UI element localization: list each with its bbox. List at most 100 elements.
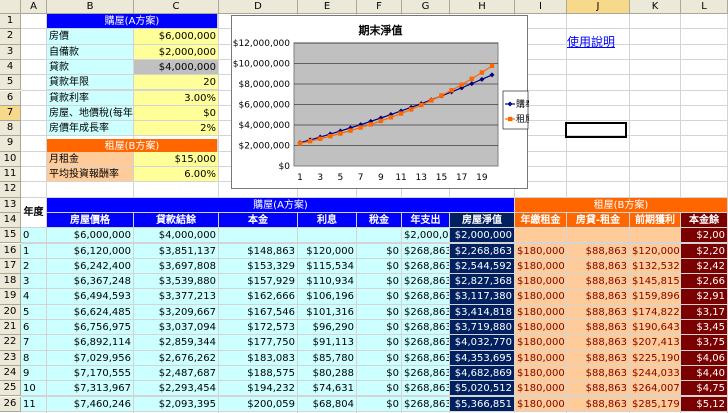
col-header-i[interactable]: I (515, 0, 567, 14)
row-header-2[interactable]: 2 (0, 29, 21, 45)
x-tick-label: 3 (317, 173, 323, 183)
table-cell: $106,196 (298, 289, 357, 305)
row-header-13[interactable]: 13 (0, 197, 21, 213)
active-cell-j7[interactable] (565, 122, 627, 138)
table-cell: $88,863 (567, 381, 630, 397)
col-header-h[interactable]: H (450, 0, 515, 14)
row-header-9[interactable]: 9 (0, 136, 21, 152)
col-header-k[interactable]: K (630, 0, 681, 14)
table-cell: $180,000 (515, 304, 567, 320)
row-header-15[interactable]: 15 (0, 228, 21, 244)
col-header-b[interactable]: B (47, 0, 134, 14)
table-year-cell: 7 (21, 335, 47, 351)
table-cell: $225,190 (630, 350, 681, 366)
param-value[interactable]: $15,000 (134, 151, 219, 167)
data-point (459, 82, 464, 87)
row-header-18[interactable]: 18 (0, 274, 21, 290)
table-cell: $6,120,000 (47, 243, 134, 259)
table-cell: $4,40 (681, 365, 728, 382)
col-header-a[interactable]: A (21, 0, 47, 14)
data-point (388, 115, 394, 120)
table-cell: $88,863 (567, 243, 630, 259)
row-header-17[interactable]: 17 (0, 258, 21, 275)
table-cell: $4,032,770 (450, 335, 515, 351)
param-value[interactable]: $0 (134, 105, 219, 122)
param-value[interactable]: $2,000,000 (134, 44, 219, 60)
table-cell: $177,750 (219, 335, 298, 351)
table-cell: $162,666 (219, 289, 298, 305)
col-header-f[interactable]: F (357, 0, 402, 14)
table-cell: $3,851,137 (134, 243, 219, 259)
row-header-11[interactable]: 11 (0, 167, 21, 183)
table-cell: $2,268,863 (450, 243, 515, 259)
table-cell: $268,863 (402, 381, 450, 397)
row-header-5[interactable]: 5 (0, 75, 21, 91)
row-header-14[interactable]: 14 (0, 212, 21, 229)
table-cell: $4,000,000 (134, 228, 219, 244)
table-cell: $5,12 (681, 396, 728, 412)
param-value[interactable]: 20 (134, 75, 219, 91)
table-cell: $180,000 (515, 396, 567, 412)
row-header-4[interactable]: 4 (0, 59, 21, 76)
col-header-g[interactable]: G (402, 0, 450, 14)
param-value[interactable]: 6.00% (134, 167, 219, 183)
table-cell: $0 (357, 365, 402, 382)
row-header-23[interactable]: 23 (0, 350, 21, 366)
table-col-header: 貸款結餘 (134, 212, 219, 229)
param-value[interactable]: 3.00% (134, 90, 219, 106)
row-header-21[interactable]: 21 (0, 320, 21, 336)
table-cell: $0 (357, 304, 402, 320)
table-cell: $7,460,246 (47, 396, 134, 412)
table-year-cell: 2 (21, 258, 47, 275)
col-header-j[interactable]: J (567, 0, 630, 14)
data-point (338, 131, 343, 136)
row-header-20[interactable]: 20 (0, 304, 21, 320)
table-cell: $7,029,956 (47, 350, 134, 366)
table-cell: $0 (357, 258, 402, 275)
row-header-1[interactable]: 1 (0, 14, 21, 30)
table-cell: $6,367,248 (47, 274, 134, 290)
col-header-e[interactable]: E (298, 0, 357, 14)
table-cell: $88,863 (567, 320, 630, 336)
table-cell: $172,573 (219, 320, 298, 336)
row-header-25[interactable]: 25 (0, 381, 21, 397)
table-cell (357, 228, 402, 244)
help-link[interactable]: 使用說明 (567, 33, 615, 50)
table-cell: $4,682,869 (450, 365, 515, 382)
param-label: 房價 (47, 29, 134, 45)
row-header-12[interactable]: 12 (0, 182, 21, 198)
row-header-8[interactable]: 8 (0, 121, 21, 137)
table-cell: $2,00 (681, 228, 728, 244)
row-header-3[interactable]: 3 (0, 44, 21, 60)
row-header-10[interactable]: 10 (0, 151, 21, 167)
param-value[interactable]: $6,000,000 (134, 29, 219, 45)
row-header-16[interactable]: 16 (0, 243, 21, 259)
row-header-22[interactable]: 22 (0, 335, 21, 351)
table-cell: $7,170,555 (47, 365, 134, 382)
row-header-24[interactable]: 24 (0, 365, 21, 382)
plan-a-header: 購屋(A方案) (47, 14, 218, 29)
chart-plot: $0 $2,000,000 $4,000,000 $6,000,000 $8,000,0… (233, 39, 529, 183)
data-point (328, 133, 333, 139)
table-cell: $268,863 (402, 365, 450, 382)
table-cell: $3,209,667 (134, 304, 219, 320)
row-header-7[interactable]: 7 (0, 105, 21, 122)
table-cell: $3,377,213 (134, 289, 219, 305)
data-point (469, 76, 474, 81)
net-worth-chart[interactable]: 期末淨值 $0 $2,000,000 $4,000,000 $6,000,000 $8,… (231, 15, 529, 189)
y-tick-label: $10,000,000 (233, 60, 291, 70)
col-header-d[interactable]: D (219, 0, 298, 14)
param-value[interactable]: $4,000,000 (134, 59, 219, 76)
row-header-26[interactable]: 26 (0, 396, 21, 412)
table-cell: $2,20 (681, 243, 728, 259)
row-header-19[interactable]: 19 (0, 289, 21, 305)
col-header-l[interactable]: L (681, 0, 728, 14)
row-header-6[interactable]: 6 (0, 90, 21, 106)
select-all-corner[interactable] (0, 0, 21, 14)
table-cell: $4,75 (681, 381, 728, 397)
x-tick-label: 15 (436, 173, 447, 183)
year-header: 年度 (21, 197, 47, 229)
col-header-c[interactable]: C (134, 0, 219, 14)
param-value[interactable]: 2% (134, 121, 219, 137)
table-year-cell: 4 (21, 289, 47, 305)
